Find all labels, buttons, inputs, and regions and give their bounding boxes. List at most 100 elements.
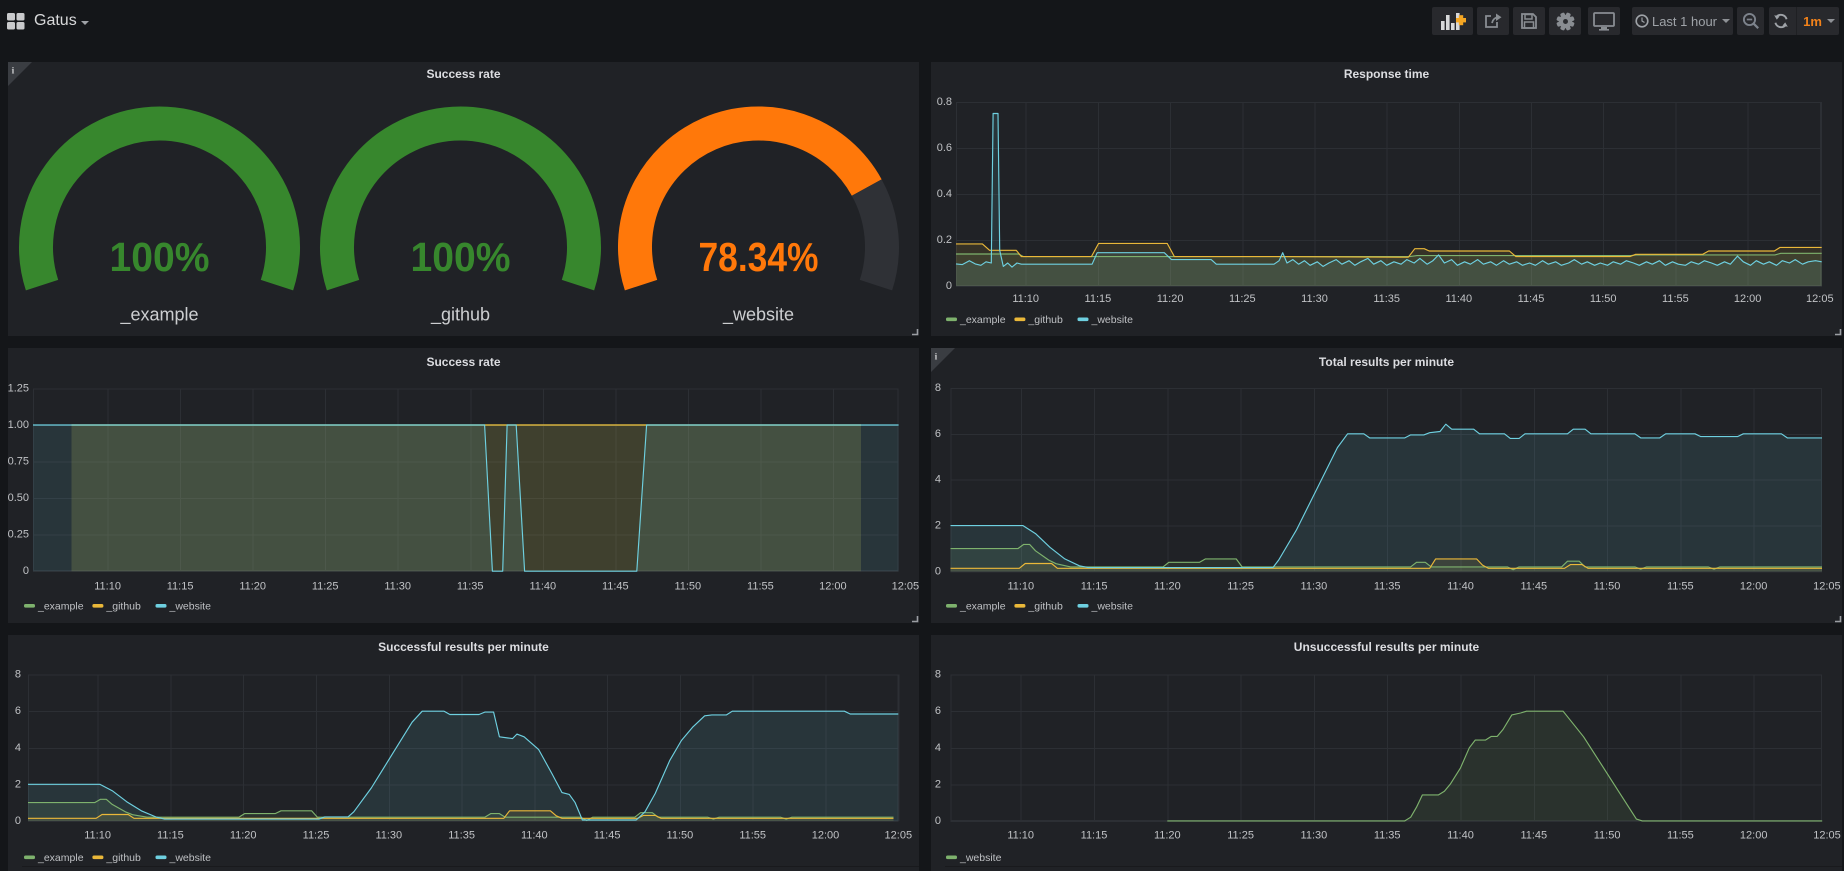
svg-text:11:40: 11:40 (1447, 830, 1474, 842)
svg-text:11:10: 11:10 (94, 581, 121, 593)
svg-text:11:25: 11:25 (1227, 581, 1254, 593)
svg-text:12:00: 12:00 (1734, 293, 1762, 305)
svg-text:12:00: 12:00 (1740, 830, 1768, 842)
svg-text:2: 2 (935, 520, 941, 532)
svg-text:12:00: 12:00 (812, 830, 840, 842)
svg-text:11:45: 11:45 (602, 581, 629, 593)
svg-text:11:30: 11:30 (384, 581, 411, 593)
svg-text:100%: 100% (110, 234, 210, 280)
svg-text:4: 4 (15, 742, 21, 754)
svg-text:11:15: 11:15 (157, 830, 184, 842)
svg-text:11:10: 11:10 (1007, 830, 1034, 842)
svg-text:8: 8 (935, 382, 941, 394)
svg-text:_website: _website (169, 852, 212, 864)
svg-text:_example: _example (959, 314, 1006, 326)
svg-text:4: 4 (935, 474, 941, 486)
svg-text:11:40: 11:40 (529, 581, 556, 593)
svg-text:0.50: 0.50 (8, 492, 29, 504)
svg-text:11:10: 11:10 (1007, 581, 1034, 593)
svg-text:11:25: 11:25 (1227, 830, 1254, 842)
svg-text:1.25: 1.25 (8, 383, 29, 395)
svg-text:_example: _example (37, 852, 84, 864)
svg-text:_website: _website (959, 852, 1002, 864)
svg-text:11:40: 11:40 (1445, 293, 1472, 305)
svg-text:12:05: 12:05 (885, 830, 913, 842)
svg-text:11:40: 11:40 (521, 830, 548, 842)
svg-text:0: 0 (15, 815, 21, 827)
svg-text:_github: _github (105, 601, 141, 613)
svg-text:11:30: 11:30 (375, 830, 402, 842)
svg-text:11:20: 11:20 (1154, 830, 1181, 842)
svg-text:11:45: 11:45 (1520, 581, 1547, 593)
svg-text:_github: _github (1027, 601, 1063, 613)
svg-text:0.2: 0.2 (937, 234, 952, 246)
svg-text:11:15: 11:15 (167, 581, 194, 593)
svg-text:11:55: 11:55 (739, 830, 766, 842)
svg-text:11:15: 11:15 (1081, 581, 1108, 593)
svg-text:_website: _website (1091, 314, 1134, 326)
svg-text:11:50: 11:50 (1590, 293, 1617, 305)
svg-text:11:50: 11:50 (667, 830, 694, 842)
svg-text:_example: _example (119, 305, 198, 326)
svg-text:11:45: 11:45 (594, 830, 621, 842)
svg-text:12:00: 12:00 (819, 581, 847, 593)
svg-text:1.00: 1.00 (8, 419, 29, 431)
svg-text:11:15: 11:15 (1081, 830, 1108, 842)
svg-text:11:30: 11:30 (1301, 293, 1328, 305)
svg-text:11:20: 11:20 (230, 830, 257, 842)
svg-text:11:30: 11:30 (1301, 830, 1328, 842)
svg-text:12:05: 12:05 (1806, 293, 1834, 305)
svg-text:i: i (935, 353, 938, 363)
svg-text:11:45: 11:45 (1518, 293, 1545, 305)
svg-text:0: 0 (23, 565, 29, 577)
svg-text:11:55: 11:55 (1662, 293, 1689, 305)
svg-text:_github: _github (1027, 314, 1063, 326)
svg-text:_example: _example (959, 601, 1006, 613)
svg-text:11:10: 11:10 (1012, 293, 1039, 305)
svg-text:2: 2 (15, 778, 21, 790)
svg-text:_website: _website (722, 305, 794, 326)
svg-text:11:55: 11:55 (1667, 830, 1694, 842)
svg-text:11:35: 11:35 (1373, 293, 1400, 305)
svg-text:11:35: 11:35 (457, 581, 484, 593)
svg-text:12:05: 12:05 (892, 581, 919, 593)
svg-text:6: 6 (15, 705, 21, 717)
svg-text:_example: _example (37, 601, 84, 613)
svg-text:12:05: 12:05 (1813, 581, 1841, 593)
svg-text:_github: _github (105, 852, 141, 864)
svg-text:0.25: 0.25 (8, 529, 29, 541)
svg-text:11:20: 11:20 (1154, 581, 1181, 593)
svg-text:11:55: 11:55 (747, 581, 774, 593)
svg-text:12:05: 12:05 (1813, 830, 1841, 842)
svg-text:11:50: 11:50 (1594, 581, 1621, 593)
svg-text:0: 0 (946, 280, 952, 292)
svg-text:11:40: 11:40 (1447, 581, 1474, 593)
svg-text:11:25: 11:25 (303, 830, 330, 842)
svg-text:8: 8 (15, 669, 21, 681)
svg-text:_github: _github (430, 305, 490, 326)
svg-text:i: i (12, 67, 15, 77)
svg-text:78.34%: 78.34% (699, 234, 819, 280)
svg-text:11:35: 11:35 (448, 830, 475, 842)
svg-text:11:55: 11:55 (1667, 581, 1694, 593)
svg-text:11:25: 11:25 (1229, 293, 1256, 305)
svg-text:8: 8 (935, 669, 941, 681)
svg-text:11:35: 11:35 (1374, 581, 1401, 593)
svg-text:0.4: 0.4 (937, 188, 952, 200)
svg-text:0.6: 0.6 (937, 142, 952, 154)
svg-text:11:50: 11:50 (674, 581, 701, 593)
svg-text:11:20: 11:20 (239, 581, 266, 593)
svg-text:2: 2 (935, 778, 941, 790)
svg-text:11:35: 11:35 (1374, 830, 1401, 842)
svg-text:11:10: 11:10 (84, 830, 111, 842)
svg-text:12:00: 12:00 (1740, 581, 1768, 593)
svg-text:0: 0 (935, 815, 941, 827)
svg-text:_website: _website (1091, 601, 1134, 613)
svg-text:11:30: 11:30 (1301, 581, 1328, 593)
svg-text:_website: _website (169, 601, 212, 613)
svg-text:11:15: 11:15 (1085, 293, 1112, 305)
svg-text:6: 6 (935, 428, 941, 440)
svg-text:0.75: 0.75 (8, 455, 29, 467)
svg-text:4: 4 (935, 742, 941, 754)
svg-text:11:25: 11:25 (312, 581, 339, 593)
